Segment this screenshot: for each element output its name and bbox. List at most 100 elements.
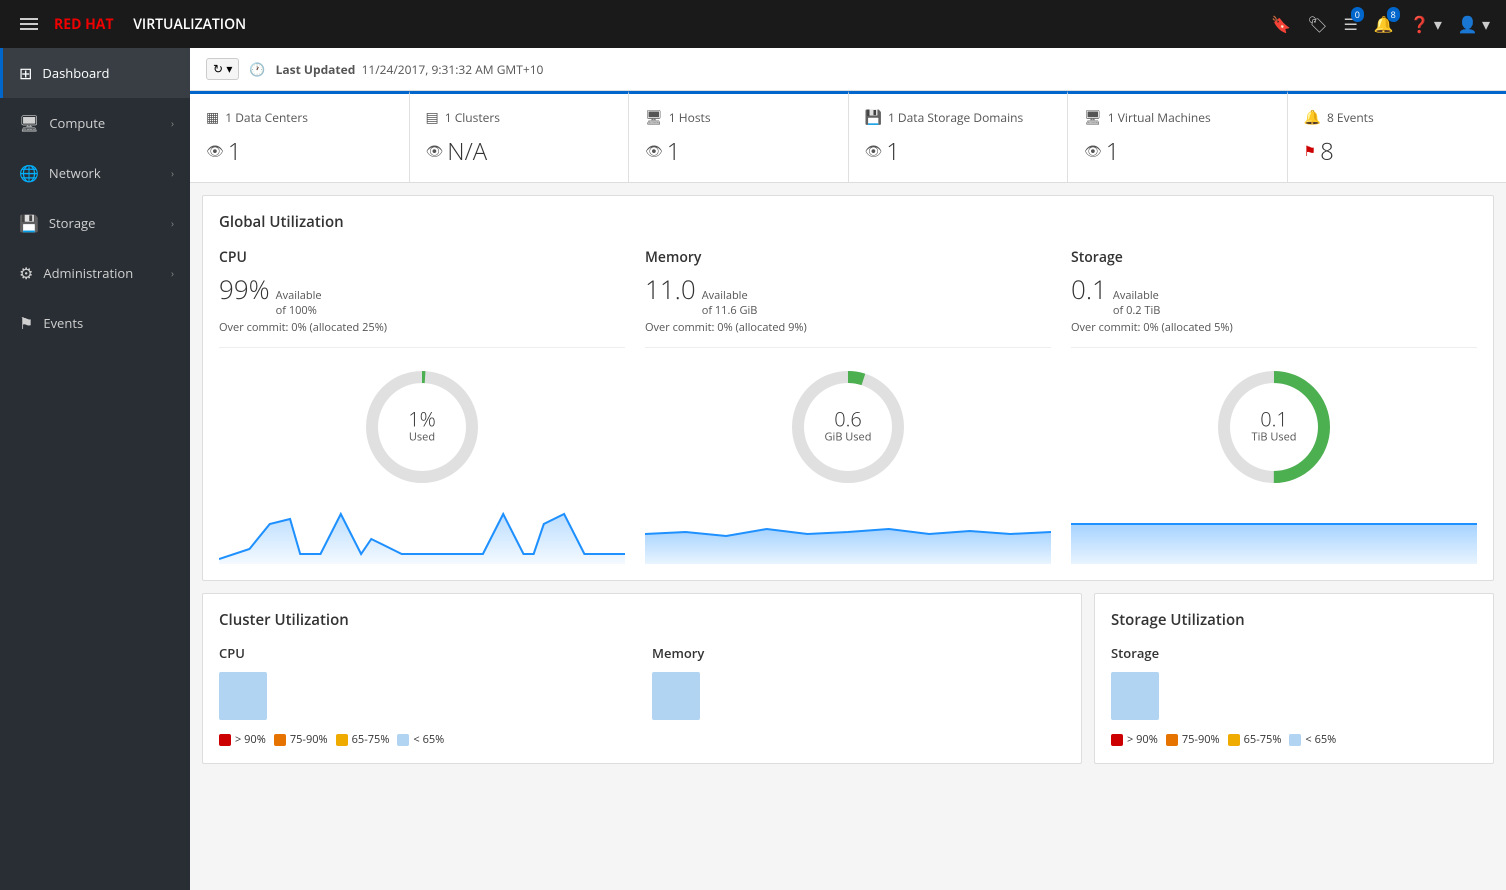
card-count: 1 xyxy=(228,135,242,168)
summary-cards: ▦ 1 Data Centers 👁 1 ▤ 1 Clusters 👁 N/A xyxy=(190,91,1506,183)
memory-donut-chart: 0.6 GiB Used xyxy=(783,362,913,492)
storage-legend-dot-orange xyxy=(1166,734,1178,746)
bottom-panels: Cluster Utilization CPU Memory > 90% xyxy=(202,593,1494,764)
storage-legend-label-blue: < 65% xyxy=(1305,732,1336,747)
storage-donut-center: 0.1 TiB Used xyxy=(1252,410,1297,445)
bell-icon[interactable]: 🔔 8 xyxy=(1374,13,1394,35)
util-grid: CPU 99% Available of 100% Over commit: 0… xyxy=(219,248,1477,564)
storage-legend-label-red: > 90% xyxy=(1127,732,1158,747)
cpu-title: CPU xyxy=(219,248,625,267)
card-data-storage[interactable]: 💾 1 Data Storage Domains 👁 1 xyxy=(849,91,1069,182)
storage-legend-dot-yellow xyxy=(1228,734,1240,746)
network-icon: 🌐 xyxy=(19,162,39,184)
hamburger-menu[interactable] xyxy=(16,14,42,34)
storage-legend-label-yellow: 65-75% xyxy=(1244,732,1282,747)
card-count: 1 xyxy=(886,135,900,168)
refresh-button[interactable]: ↻ ▾ xyxy=(206,58,239,80)
card-sub: ⚑ 8 xyxy=(1304,135,1491,168)
clock-icon: 🕐 xyxy=(249,60,265,78)
storage-avail: 0.1 Available of 0.2 TiB xyxy=(1071,271,1477,318)
events-icon: ⚑ xyxy=(19,312,33,334)
content-header: ↻ ▾ 🕐 Last Updated 11/24/2017, 9:31:32 A… xyxy=(190,48,1506,91)
sidebar-item-storage[interactable]: 💾 Storage › xyxy=(0,198,190,248)
storage-donut-value: 0.1 xyxy=(1252,410,1297,430)
legend-item-orange: 75-90% xyxy=(274,732,328,747)
bookmark-icon[interactable]: 🔖 xyxy=(1271,13,1291,35)
storage-legend-label-orange: 75-90% xyxy=(1182,732,1220,747)
storage-donut-label: TiB Used xyxy=(1252,430,1297,445)
sidebar-item-network[interactable]: 🌐 Network › xyxy=(0,148,190,198)
cpu-avail: 99% Available of 100% xyxy=(219,271,625,318)
chevron-right-icon: › xyxy=(171,216,174,230)
card-title-label: 1 Clusters xyxy=(445,109,500,126)
storage-overcommit: Over commit: 0% (allocated 5%) xyxy=(1071,320,1477,335)
sidebar-item-label: Network xyxy=(49,164,161,182)
card-clusters[interactable]: ▤ 1 Clusters 👁 N/A xyxy=(410,91,630,182)
sidebar-item-label: Compute xyxy=(49,114,161,132)
storage-donut-chart: 0.1 TiB Used xyxy=(1209,362,1339,492)
top-nav-icons: 🔖 🏷 ☰ 0 🔔 8 ❓ ▾ 👤 ▾ xyxy=(1271,13,1490,35)
sidebar-item-events[interactable]: ⚑ Events xyxy=(0,298,190,348)
memory-donut-value: 0.6 xyxy=(825,410,872,430)
last-updated-label: Last Updated xyxy=(276,61,356,78)
memory-avail-label: Available xyxy=(702,288,758,303)
cluster-cpu-section: CPU xyxy=(219,644,632,720)
compute-icon: 🖥 xyxy=(19,112,39,134)
tag-icon[interactable]: 🏷 xyxy=(1307,13,1327,35)
last-updated-value: 11/24/2017, 9:31:32 AM GMT+10 xyxy=(362,61,544,78)
user-icon[interactable]: 👤 ▾ xyxy=(1458,13,1490,35)
data-centers-icon: ▦ xyxy=(206,108,219,127)
storage-domains-icon: 💾 xyxy=(865,108,882,127)
vms-icon: 🖥 xyxy=(1084,108,1102,127)
sidebar-item-administration[interactable]: ⚙ Administration › xyxy=(0,248,190,298)
card-title: ▤ 1 Clusters xyxy=(426,108,613,127)
cluster-util-grid: CPU Memory xyxy=(219,644,1065,720)
legend-label-red: > 90% xyxy=(235,732,266,747)
cpu-donut-value: 1% xyxy=(408,410,436,430)
sidebar-item-dashboard[interactable]: ⊞ Dashboard xyxy=(0,48,190,98)
card-count: 8 xyxy=(1320,135,1334,168)
help-icon[interactable]: ❓ ▾ xyxy=(1410,13,1442,35)
storage-legend: > 90% 75-90% 65-75% < 65% xyxy=(1111,732,1477,747)
cpu-avail-of: of 100% xyxy=(276,303,322,318)
cluster-memory-box xyxy=(652,672,700,720)
hosts-icon: 🖥 xyxy=(645,108,663,127)
last-updated-text: Last Updated 11/24/2017, 9:31:32 AM GMT+… xyxy=(276,61,544,78)
card-events[interactable]: 🔔 8 Events ⚑ 8 xyxy=(1288,91,1506,182)
memory-avail: 11.0 Available of 11.6 GiB xyxy=(645,271,1051,318)
util-cpu: CPU 99% Available of 100% Over commit: 0… xyxy=(219,248,625,564)
card-sub: 👁 1 xyxy=(645,135,832,168)
memory-donut: 0.6 GiB Used xyxy=(645,362,1051,492)
card-data-centers[interactable]: ▦ 1 Data Centers 👁 1 xyxy=(190,91,410,182)
bell-badge: 8 xyxy=(1387,7,1400,22)
sidebar-item-compute[interactable]: 🖥 Compute › xyxy=(0,98,190,148)
card-title-label: 1 Hosts xyxy=(669,109,711,126)
card-virtual-machines[interactable]: 🖥 1 Virtual Machines 👁 1 xyxy=(1068,91,1288,182)
eye-icon: 👁 xyxy=(1084,142,1102,161)
memory-overcommit: Over commit: 0% (allocated 9%) xyxy=(645,320,1051,335)
legend-item-red: > 90% xyxy=(219,732,266,747)
util-storage: Storage 0.1 Available of 0.2 TiB Over co… xyxy=(1071,248,1477,564)
global-utilization-section: Global Utilization CPU 99% Available of … xyxy=(202,195,1494,581)
memory-avail-value: 11.0 xyxy=(645,271,696,307)
brand-virtualization: VIRTUALIZATION xyxy=(133,15,246,34)
global-util-title: Global Utilization xyxy=(219,212,1477,232)
memory-sparkline xyxy=(645,504,1051,564)
card-sub: 👁 N/A xyxy=(426,135,613,168)
list-badge: 0 xyxy=(1351,7,1364,22)
events-bell-icon: 🔔 xyxy=(1304,108,1321,127)
main-content: ↻ ▾ 🕐 Last Updated 11/24/2017, 9:31:32 A… xyxy=(190,48,1506,890)
card-sub: 👁 1 xyxy=(206,135,393,168)
legend-label-blue: < 65% xyxy=(413,732,444,747)
cpu-sparkline xyxy=(219,504,625,564)
app-body: ⊞ Dashboard 🖥 Compute › 🌐 Network › 💾 St… xyxy=(0,48,1506,890)
card-title: 🔔 8 Events xyxy=(1304,108,1491,127)
cluster-legend: > 90% 75-90% 65-75% < 65% xyxy=(219,732,1065,747)
list-icon[interactable]: ☰ 0 xyxy=(1344,13,1358,35)
card-hosts[interactable]: 🖥 1 Hosts 👁 1 xyxy=(629,91,849,182)
card-title-label: 1 Data Centers xyxy=(225,109,308,126)
cluster-memory-section: Memory xyxy=(652,644,1065,720)
storage-icon: 💾 xyxy=(19,212,39,234)
storage-utilization-panel: Storage Utilization Storage > 90% 75-90% xyxy=(1094,593,1494,764)
chevron-right-icon: › xyxy=(171,166,174,180)
